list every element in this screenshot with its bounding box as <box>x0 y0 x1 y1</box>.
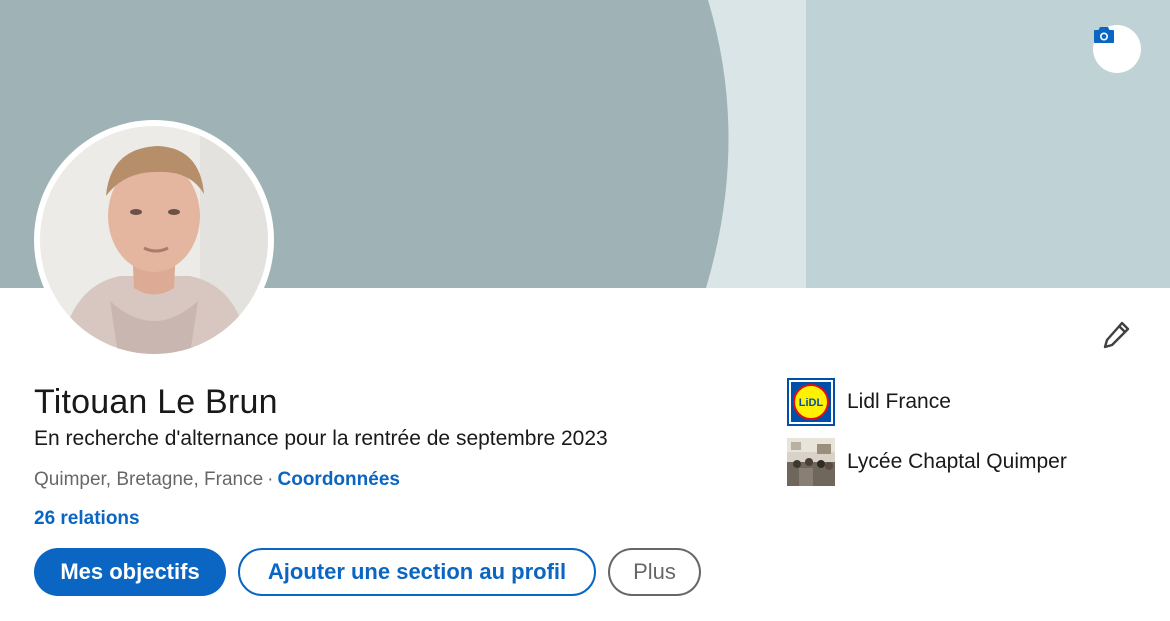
company-name: Lidl France <box>847 390 951 413</box>
edit-intro-button[interactable] <box>1094 313 1138 357</box>
profile-location: Quimper, Bretagne, France <box>34 469 264 490</box>
profile-photo-image <box>40 126 268 354</box>
profile-name: Titouan Le Brun <box>34 383 278 421</box>
open-to-button[interactable]: Mes objectifs <box>34 548 226 596</box>
edit-cover-button[interactable] <box>1093 25 1141 73</box>
profile-card: Titouan Le Brun En recherche d'alternanc… <box>0 0 1170 621</box>
school-name: Lycée Chaptal Quimper <box>847 450 1067 473</box>
separator-dot: · <box>267 469 274 490</box>
pencil-icon <box>1103 321 1130 349</box>
location-row: Quimper, Bretagne, France · Coordonnées <box>34 465 400 495</box>
school-item[interactable]: Lycée Chaptal Quimper <box>787 438 1067 486</box>
lidl-logo: LiDL <box>787 378 835 426</box>
camera-icon <box>1094 27 1114 43</box>
connections-link[interactable]: 26 relations <box>34 504 140 534</box>
school-photo <box>787 438 835 486</box>
more-button[interactable]: Plus <box>608 548 701 596</box>
profile-actions: Mes objectifs Ajouter une section au pro… <box>34 548 701 596</box>
add-profile-section-button[interactable]: Ajouter une section au profil <box>238 548 596 596</box>
profile-photo[interactable] <box>34 120 274 360</box>
profile-headline: En recherche d'alternance pour la rentré… <box>34 427 608 450</box>
lidl-logo-text: LiDL <box>799 397 824 409</box>
current-company-item[interactable]: LiDL Lidl France <box>787 378 1067 426</box>
experience-summary: LiDL Lidl France Lycée Chaptal Quimper <box>787 378 1067 498</box>
contact-info-link[interactable]: Coordonnées <box>278 469 400 490</box>
